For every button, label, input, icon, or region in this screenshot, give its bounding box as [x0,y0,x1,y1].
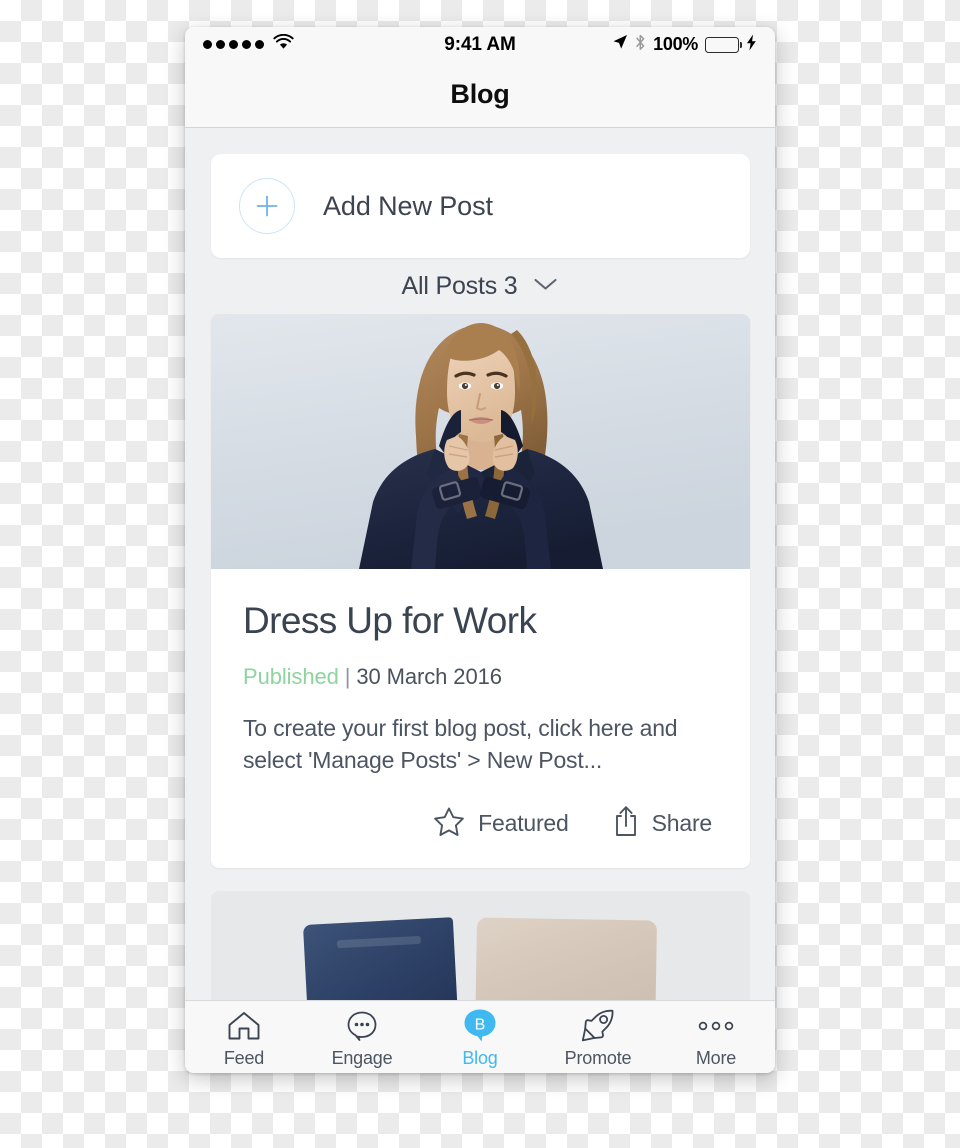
tab-promote[interactable]: Promote [539,1001,657,1073]
post-hero-image-secondary [474,917,658,1000]
status-bar-right: 100% [612,34,757,56]
tab-bar: Feed Engage B Blog Promote More [185,1000,775,1073]
status-bar-left [203,33,294,55]
add-new-post-button[interactable]: Add New Post [211,154,750,258]
cellular-signal-dots-icon [203,40,264,49]
post-meta: Published | 30 March 2016 [243,664,718,690]
status-bar: 9:41 AM 100% [185,27,775,62]
tab-more[interactable]: More [657,1001,775,1073]
home-icon [227,1009,261,1043]
tab-engage[interactable]: Engage [303,1001,421,1073]
location-arrow-icon [612,34,628,55]
posts-filter-label: All Posts 3 [401,271,518,300]
tab-feed-label: Feed [223,1047,265,1068]
featured-label: Featured [478,810,569,836]
chat-bubble-icon [346,1009,378,1043]
share-label: Share [651,810,713,836]
battery-icon [705,36,743,53]
scroll-content[interactable]: Add New Post All Posts 3 Dress Up for Wo… [185,128,775,1000]
star-outline-icon [433,806,465,842]
plus-icon [239,178,295,234]
tab-blog[interactable]: B Blog [421,1001,539,1073]
post-excerpt: To create your first blog post, click he… [243,714,678,774]
navigation-bar: Blog [185,62,775,128]
post-date-label: 30 March 2016 [356,663,502,689]
lightning-bolt-icon [746,34,757,56]
post-hero-image [211,314,750,569]
posts-filter-dropdown[interactable]: All Posts 3 [185,258,775,314]
featured-button[interactable]: Featured [433,806,569,842]
svg-text:B: B [475,1017,486,1034]
post-body: Dress Up for Work Published | 30 March 2… [211,569,750,868]
post-card[interactable] [211,891,750,1000]
add-new-post-label: Add New Post [323,190,493,221]
bluetooth-icon [635,34,646,56]
share-icon [613,805,639,842]
battery-percent-label: 100% [653,34,698,54]
tab-feed[interactable]: Feed [185,1001,303,1073]
tab-more-label: More [695,1047,737,1068]
page-title: Blog [450,79,510,109]
phone-frame: 9:41 AM 100% Blog Add New Post All Posts… [185,27,775,1073]
more-dots-icon [698,1009,734,1043]
blog-bubble-b-icon: B [462,1009,498,1043]
tab-blog-label: Blog [462,1047,498,1068]
post-card[interactable]: Dress Up for Work Published | 30 March 2… [211,314,750,868]
chevron-down-icon [533,277,558,296]
share-button[interactable]: Share [613,805,712,842]
post-title: Dress Up for Work [243,600,537,641]
tab-engage-label: Engage [331,1047,393,1068]
post-hero-image [302,917,460,1000]
post-actions: Featured Share [243,805,718,842]
wifi-icon [273,33,294,55]
post-status-label: Published [243,663,339,689]
post-meta-separator: | [344,663,351,689]
tab-promote-label: Promote [564,1047,632,1068]
rocket-icon [581,1009,615,1043]
